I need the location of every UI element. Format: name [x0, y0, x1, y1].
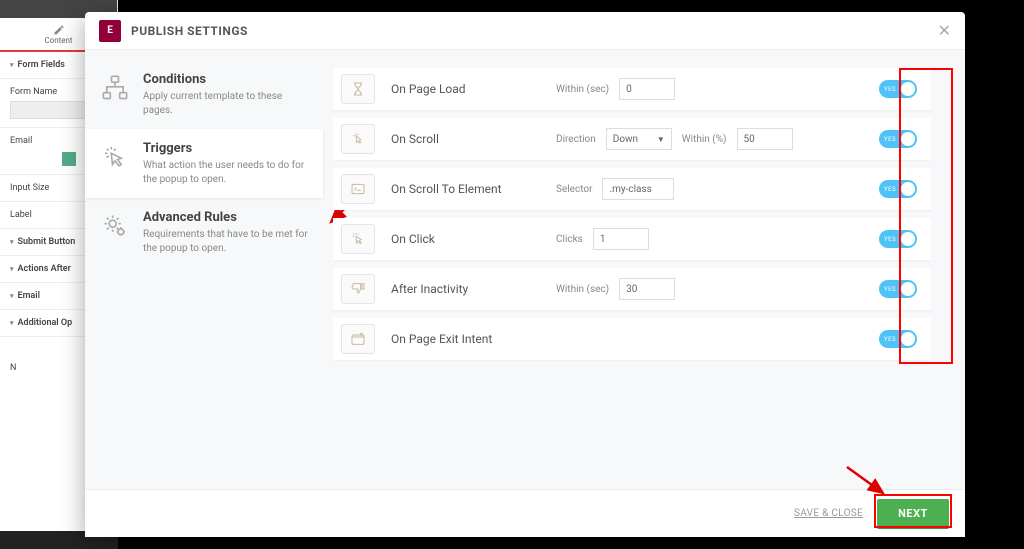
triggers-panel: On Page Load Within (sec) YES On Scroll …: [323, 50, 965, 489]
pencil-icon: [53, 24, 65, 36]
trigger-after-inactivity: After Inactivity Within (sec) YES: [333, 268, 931, 310]
sidebar-item-triggers[interactable]: Triggers What action the user needs to d…: [85, 129, 323, 198]
inactivity-sec-input[interactable]: [619, 278, 675, 300]
toggle-on-exit-intent[interactable]: YES: [879, 330, 917, 348]
sidebar-item-desc: Requirements that have to be met for the…: [143, 228, 308, 255]
field-label: Within (%): [682, 134, 727, 145]
sidebar-item-title: Advanced Rules: [143, 210, 308, 225]
field-label: Selector: [556, 184, 592, 195]
toggle-after-inactivity[interactable]: YES: [879, 280, 917, 298]
click-icon: [99, 141, 131, 173]
trigger-on-click: On Click Clicks YES: [333, 218, 931, 260]
sidebar-item-desc: Apply current template to these pages.: [143, 90, 308, 117]
close-icon[interactable]: ✕: [938, 21, 951, 40]
sidebar-item-title: Triggers: [143, 141, 308, 156]
cursor-click-icon: [341, 224, 375, 254]
save-and-close-link[interactable]: SAVE & CLOSE: [794, 508, 863, 519]
modal-sidebar: Conditions Apply current template to the…: [85, 50, 323, 489]
trigger-on-scroll-to-element: On Scroll To Element Selector YES: [333, 168, 931, 210]
publish-settings-modal: E PUBLISH SETTINGS ✕ Conditions Apply cu…: [85, 12, 965, 537]
modal-title: PUBLISH SETTINGS: [131, 24, 248, 38]
trigger-label: On Scroll: [391, 132, 556, 146]
selector-input[interactable]: [602, 178, 674, 200]
trigger-label: On Page Load: [391, 82, 556, 96]
sidebar-item-title: Conditions: [143, 72, 308, 87]
trigger-label: After Inactivity: [391, 282, 556, 296]
toggle-on-scroll-to-element[interactable]: YES: [879, 180, 917, 198]
sidebar-item-conditions[interactable]: Conditions Apply current template to the…: [85, 60, 323, 129]
hourglass-icon: [341, 74, 375, 104]
direction-select[interactable]: Down▼: [606, 128, 672, 150]
modal-header: E PUBLISH SETTINGS ✕: [85, 12, 965, 50]
trigger-label: On Click: [391, 232, 556, 246]
field-label: Direction: [556, 134, 596, 145]
within-pct-input[interactable]: [737, 128, 793, 150]
trigger-on-scroll: On Scroll Direction Down▼ Within (%) YES: [333, 118, 931, 160]
clicks-input[interactable]: [593, 228, 649, 250]
trigger-on-exit-intent: On Page Exit Intent YES: [333, 318, 931, 360]
field-label: Within (sec): [556, 84, 609, 95]
sidebar-item-desc: What action the user needs to do for the…: [143, 159, 308, 186]
sitemap-icon: [99, 72, 131, 104]
gear-icon: [99, 210, 131, 242]
toggle-on-scroll[interactable]: YES: [879, 130, 917, 148]
next-button[interactable]: NEXT: [877, 499, 949, 529]
terminal-icon: [341, 174, 375, 204]
scroll-icon: [341, 124, 375, 154]
exit-window-icon: [341, 324, 375, 354]
trigger-label: On Page Exit Intent: [391, 332, 556, 346]
field-label: Within (sec): [556, 284, 609, 295]
trigger-label: On Scroll To Element: [391, 182, 556, 196]
toggle-on-page-load[interactable]: YES: [879, 80, 917, 98]
sidebar-item-advanced-rules[interactable]: Advanced Rules Requirements that have to…: [85, 198, 323, 267]
chevron-down-icon: ▼: [657, 135, 665, 144]
toggle-on-click[interactable]: YES: [879, 230, 917, 248]
modal-footer: SAVE & CLOSE NEXT: [85, 489, 965, 537]
thumbs-down-icon: [341, 274, 375, 304]
brand-icon: E: [99, 20, 121, 42]
within-sec-input[interactable]: [619, 78, 675, 100]
field-label: Clicks: [556, 234, 583, 245]
trigger-on-page-load: On Page Load Within (sec) YES: [333, 68, 931, 110]
add-chip[interactable]: [62, 152, 76, 166]
